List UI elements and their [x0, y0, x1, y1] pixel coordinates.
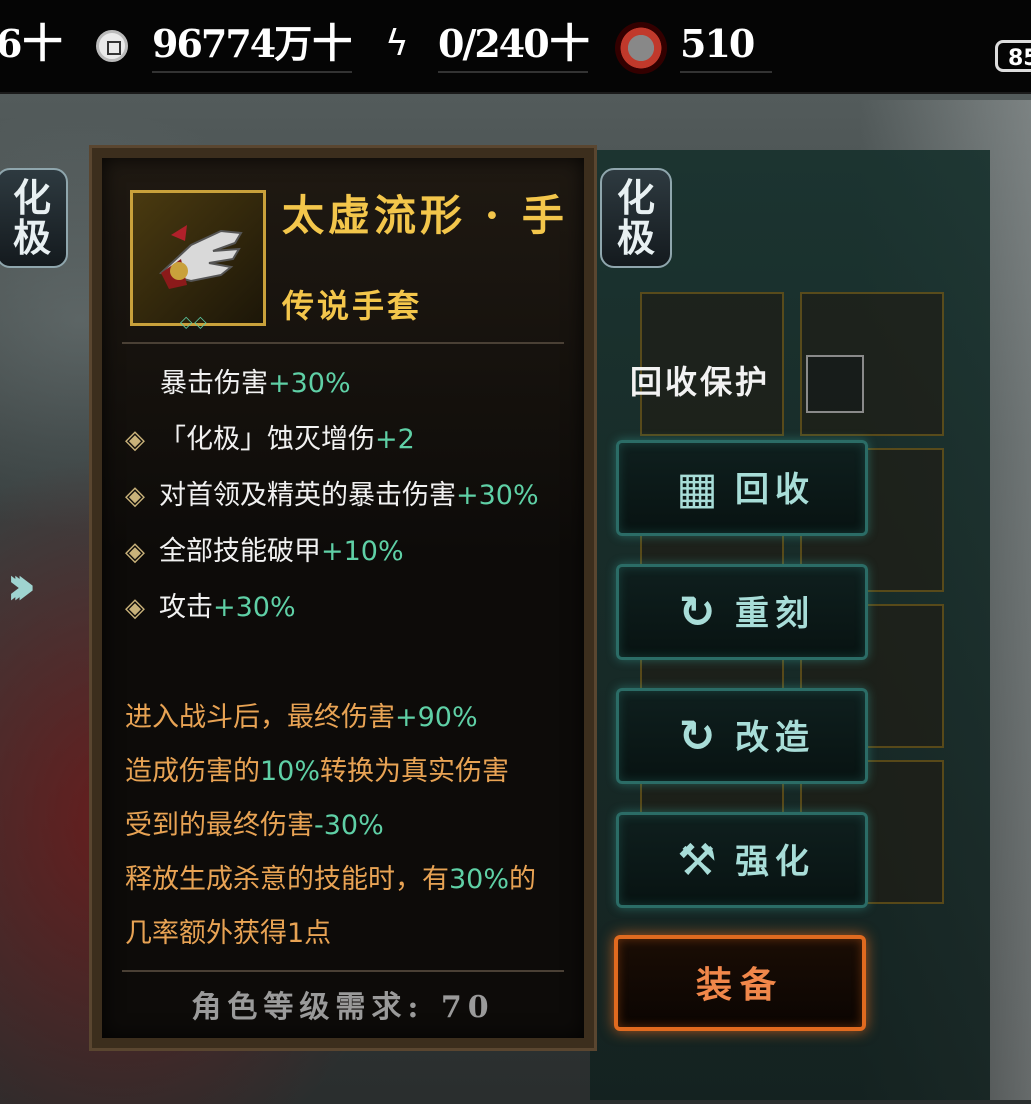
add-resource-icon[interactable]: 十: [22, 20, 62, 67]
stat-line: ◈ 全部技能破甲+10%: [125, 532, 404, 572]
diamond-bullet-icon: ◈: [125, 537, 145, 567]
divider-top: [122, 342, 564, 344]
add-coin-icon[interactable]: 十: [312, 20, 352, 67]
cube-icon: ▦: [676, 463, 718, 514]
huaji-badge-right: 化极: [600, 168, 672, 268]
reforge-button-label: 重刻: [735, 594, 815, 634]
item-icon: [130, 190, 266, 326]
modify-button[interactable]: ↻ 改造: [616, 688, 868, 784]
effect-line: 受到的最终伤害-30%: [125, 810, 384, 841]
huaji-badge-left: 化极: [0, 168, 68, 268]
equip-button[interactable]: 装备: [614, 935, 866, 1031]
stat-line: ◈ 「化极」蚀灭增伤+2: [125, 420, 415, 460]
enhance-button[interactable]: ⚒ 强化: [616, 812, 868, 908]
equip-button-label: 装备: [695, 964, 784, 1006]
expand-arrow-icon[interactable]: ›››: [6, 556, 36, 616]
recycle-button-label: 回收: [735, 470, 815, 510]
resource-bar: 6十 96774万十 ϟ 0/240十 510 85: [0, 0, 1031, 94]
coin-underline: [152, 71, 352, 73]
stat-line: 暴击伤害+30%: [160, 368, 351, 399]
effect-line: 造成伤害的10%转换为真实伤害: [125, 756, 510, 787]
level-requirement: 角色等级需求: 70: [191, 990, 495, 1025]
coin-amount: 96774万十: [152, 20, 352, 67]
recycle-protect-label: 回收保护: [630, 363, 771, 401]
glove-icon: [158, 225, 243, 289]
effect-line: 几率额外获得1点: [125, 918, 332, 949]
stat-line: ◈ 对首领及精英的暴击伤害+30%: [125, 476, 539, 516]
effect-line: 进入战斗后，最终伤害+90%: [125, 702, 478, 733]
enhance-button-label: 强化: [735, 842, 815, 882]
energy-amount: 0/240十: [438, 20, 590, 67]
token-underline: [680, 71, 772, 73]
energy-underline: [438, 71, 588, 73]
energy-bolt-icon: ϟ: [385, 23, 409, 64]
refresh-icon: ↻: [678, 587, 716, 638]
coin-icon: [96, 30, 128, 62]
modify-button-label: 改造: [735, 718, 815, 758]
diamond-bullet-icon: ◈: [125, 593, 145, 623]
refresh-icon: ↻: [678, 711, 716, 762]
divider-bottom: [122, 970, 564, 972]
item-name: 太虚流形 · 手: [282, 191, 568, 240]
diamond-bullet-icon: ◈: [125, 425, 145, 455]
stat-line: ◈ 攻击+30%: [125, 588, 296, 628]
recycle-protect-checkbox[interactable]: [806, 355, 864, 413]
add-energy-icon[interactable]: 十: [550, 20, 590, 67]
resource-partial: 6十: [0, 20, 62, 67]
item-type: 传说手套: [282, 287, 423, 325]
level-badge: 85: [995, 40, 1031, 72]
token-amount: 510: [680, 21, 755, 66]
token-skull-icon: [615, 22, 667, 74]
recycle-button[interactable]: ▦ 回收: [616, 440, 868, 536]
effect-line: 释放生成杀意的技能时，有30%的: [125, 864, 537, 895]
socket-gems: ◇◇: [180, 312, 209, 331]
hammer-icon: ⚒: [677, 835, 717, 886]
diamond-bullet-icon: ◈: [125, 481, 145, 511]
reforge-button[interactable]: ↻ 重刻: [616, 564, 868, 660]
